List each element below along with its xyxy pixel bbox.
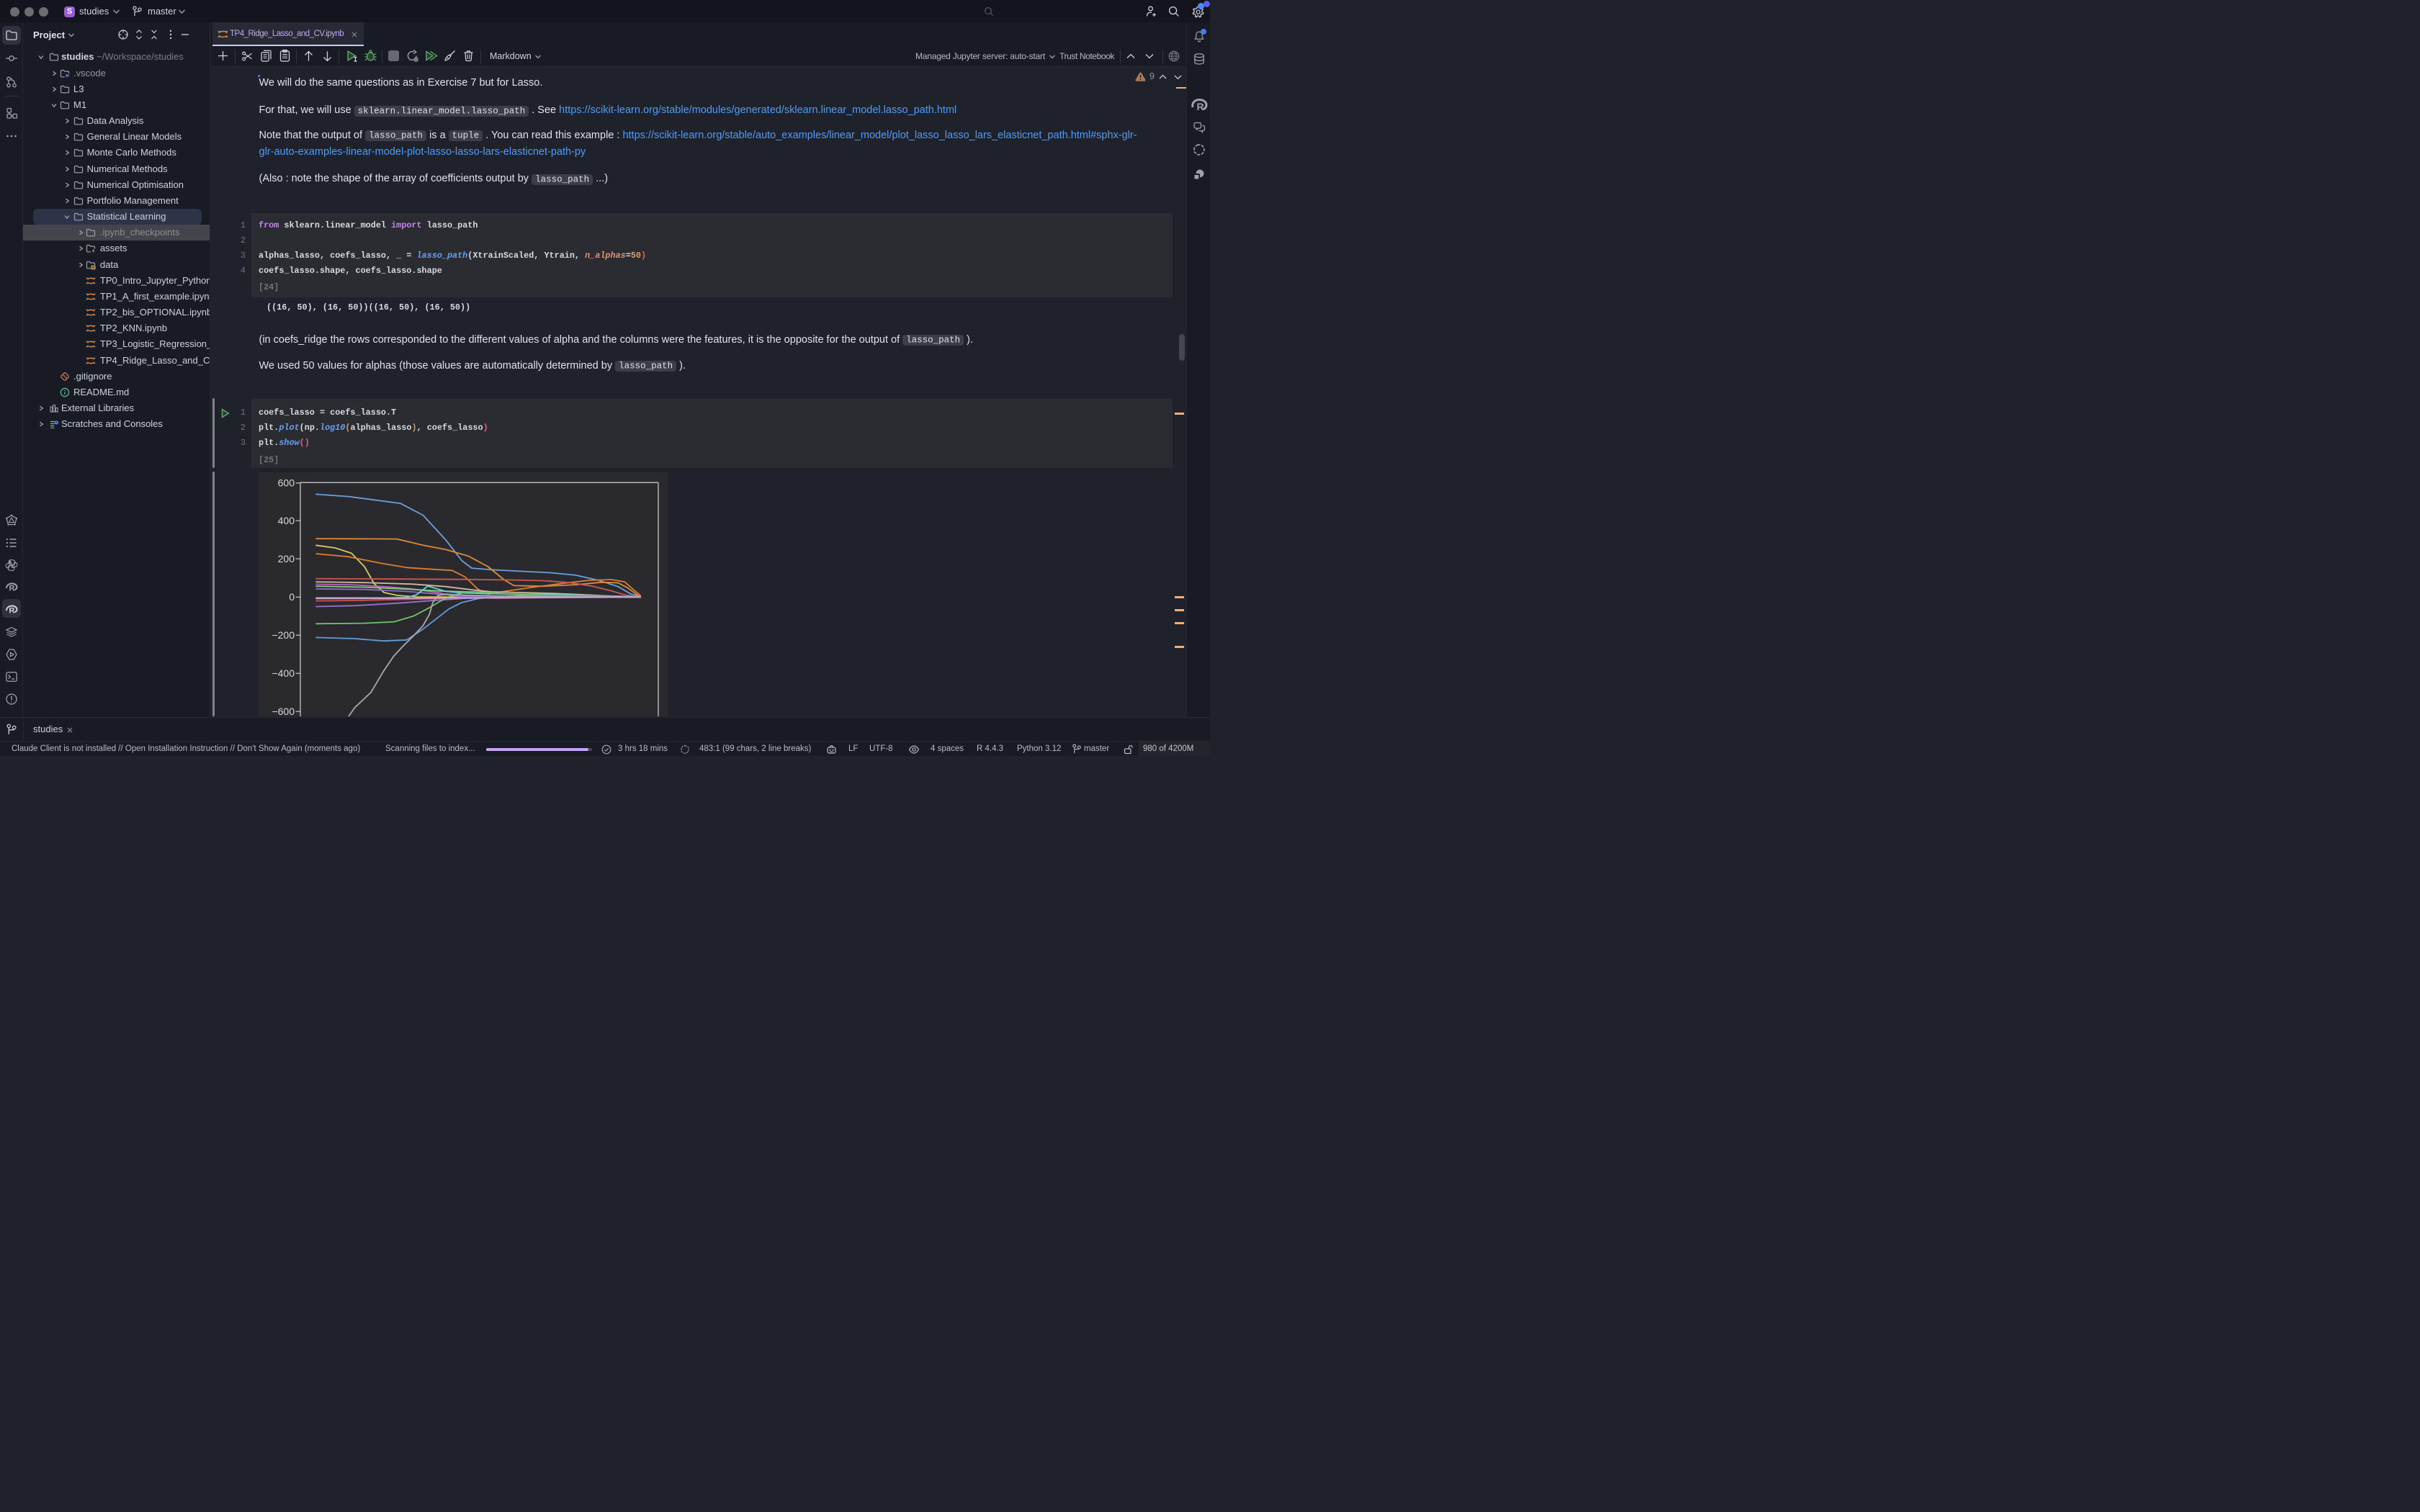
svg-text:600: 600 [277, 477, 295, 488]
svg-text:200: 200 [277, 552, 295, 564]
svg-text:0: 0 [289, 591, 295, 603]
svg-text:R: R [9, 606, 15, 615]
svg-text:400: 400 [277, 515, 295, 526]
svg-text:−400: −400 [272, 667, 295, 679]
svg-text:−600: −600 [272, 706, 295, 716]
svg-text:R: R [1197, 101, 1204, 112]
svg-text:−200: −200 [272, 629, 295, 641]
svg-text:R: R [9, 584, 15, 593]
